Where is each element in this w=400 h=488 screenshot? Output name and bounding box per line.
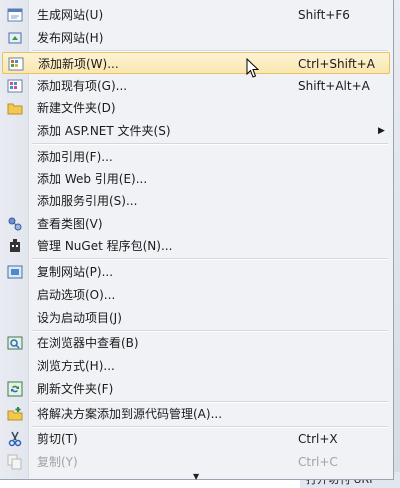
menu-item-label: 在浏览器中查看(B) (37, 336, 139, 350)
menu-item-shortcut: Ctrl+X (298, 432, 338, 446)
menu-item-refresh-folder[interactable]: 刷新文件夹(F) (2, 378, 390, 400)
menu-item-copy[interactable]: 复制(Y) Ctrl+C (2, 451, 390, 473)
menu-item-label: 添加引用(F)... (37, 150, 113, 164)
new-folder-icon (7, 100, 23, 116)
menu-item-label: 设为启动项目(J) (37, 311, 122, 325)
menu-item-shortcut: Shift+F6 (298, 8, 350, 22)
menu-item-add-aspnet-folder[interactable]: 添加 ASP.NET 文件夹(S) ▶ (2, 120, 390, 142)
menu-item-label: 剪切(T) (37, 432, 78, 446)
build-website-icon (7, 7, 23, 23)
menu-item-label: 添加服务引用(S)... (37, 194, 138, 208)
menu-item-startup-options[interactable]: 启动选项(O)... (2, 284, 390, 306)
menu-item-label: 查看类图(V) (37, 217, 103, 231)
submenu-arrow-icon: ▶ (378, 126, 385, 136)
menu-item-label: 添加 ASP.NET 文件夹(S) (37, 124, 171, 138)
view-in-browser-icon (7, 335, 23, 351)
menu-item-label: 启动选项(O)... (37, 288, 116, 302)
menu-item-publish-website[interactable]: 发布网站(H) (2, 27, 390, 49)
menu-item-shortcut: Ctrl+C (298, 455, 338, 469)
menu-item-add-to-source-control[interactable]: 将解决方案添加到源代码管理(A)... (2, 403, 390, 425)
menu-item-cut[interactable]: 剪切(T) Ctrl+X (2, 428, 390, 450)
copy-website-icon (7, 264, 23, 280)
source-control-icon (7, 406, 23, 422)
menu-item-label: 新建文件夹(D) (37, 101, 116, 115)
context-menu: 生成网站(U) Shift+F6 发布网站(H) 添加新项(W)... Ctrl… (0, 0, 394, 481)
class-diagram-icon (7, 216, 23, 232)
menu-item-add-reference[interactable]: 添加引用(F)... (2, 146, 390, 168)
copy-icon (7, 454, 23, 470)
menu-item-add-web-reference[interactable]: 添加 Web 引用(E)... (2, 168, 390, 190)
add-new-item-icon (8, 56, 24, 72)
menu-separator (32, 258, 388, 260)
nuget-icon (7, 238, 23, 254)
menu-item-set-startup-project[interactable]: 设为启动项目(J) (2, 307, 390, 329)
menu-item-label: 管理 NuGet 程序包(N)... (37, 239, 173, 253)
menu-item-label: 复制网站(P)... (37, 265, 114, 279)
menu-item-add-new-item[interactable]: 添加新项(W)... Ctrl+Shift+A (2, 52, 390, 74)
menu-separator (32, 143, 388, 145)
menu-item-add-existing-item[interactable]: 添加现有项(G)... Shift+Alt+A (2, 75, 390, 97)
background-window-edge (394, 0, 400, 488)
menu-item-label: 将解决方案添加到源代码管理(A)... (37, 407, 223, 421)
menu-item-label: 添加现有项(G)... (37, 79, 128, 93)
menu-item-view-in-browser[interactable]: 在浏览器中查看(B) (2, 332, 390, 354)
menu-item-label: 生成网站(U) (37, 8, 104, 22)
menu-item-label: 复制(Y) (37, 455, 78, 469)
cut-icon (7, 431, 23, 447)
menu-item-view-class-diagram[interactable]: 查看类图(V) (2, 213, 390, 235)
menu-item-label: 添加 Web 引用(E)... (37, 172, 148, 186)
menu-item-build-website[interactable]: 生成网站(U) Shift+F6 (2, 4, 390, 26)
menu-item-add-service-reference[interactable]: 添加服务引用(S)... (2, 190, 390, 212)
menu-item-new-folder[interactable]: 新建文件夹(D) (2, 97, 390, 119)
menu-item-label: 浏览方式(H)... (37, 359, 115, 373)
menu-item-label: 刷新文件夹(F) (37, 382, 114, 396)
mouse-cursor-icon (246, 58, 260, 78)
menu-item-label: 发布网站(H) (37, 31, 104, 45)
add-existing-item-icon (7, 78, 23, 94)
menu-item-copy-website[interactable]: 复制网站(P)... (2, 261, 390, 283)
menu-item-manage-nuget[interactable]: 管理 NuGet 程序包(N)... (2, 235, 390, 257)
menu-item-label: 添加新项(W)... (38, 57, 119, 71)
menu-item-shortcut: Ctrl+Shift+A (298, 57, 375, 71)
scroll-down-arrow-icon[interactable]: ▼ (193, 472, 199, 481)
publish-website-icon (7, 30, 23, 46)
menu-item-shortcut: Shift+Alt+A (298, 79, 370, 93)
menu-item-browse-with[interactable]: 浏览方式(H)... (2, 355, 390, 377)
refresh-folder-icon (7, 381, 23, 397)
